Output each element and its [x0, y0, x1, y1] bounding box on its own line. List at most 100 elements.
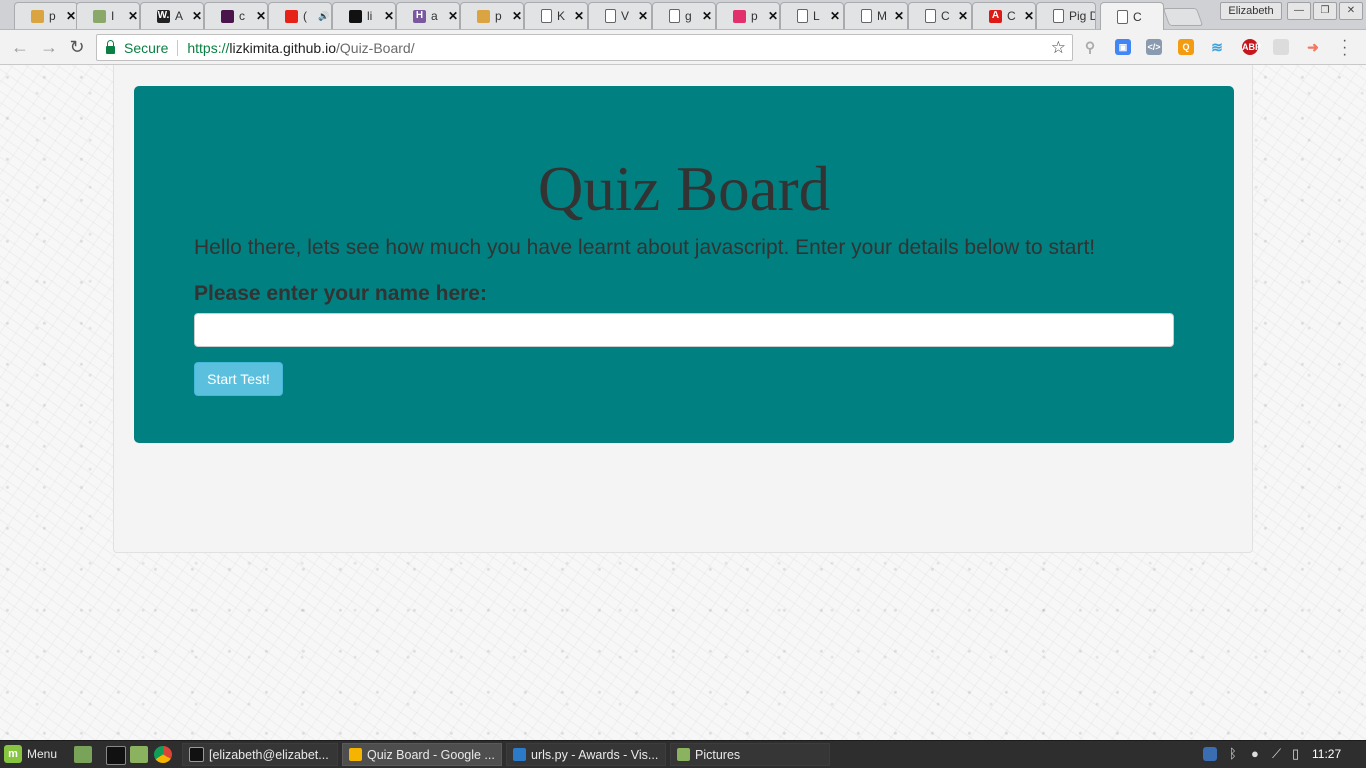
- extension-screen-icon[interactable]: ▣: [1115, 39, 1131, 55]
- close-tab-icon[interactable]: ✕: [192, 9, 202, 23]
- browser-tab[interactable]: Ha ✕: [396, 2, 460, 29]
- minimize-icon[interactable]: —: [1287, 2, 1311, 20]
- mint-logo-icon: m: [4, 745, 22, 763]
- secure-label: Secure: [124, 39, 169, 56]
- name-label: Please enter your name here:: [194, 282, 487, 305]
- bluetooth-icon[interactable]: ᛒ: [1229, 747, 1243, 761]
- bookmark-star-icon[interactable]: ☆: [1051, 38, 1066, 58]
- taskbar-window-label: Pictures: [695, 747, 741, 762]
- browser-tab[interactable]: C ✕: [908, 2, 972, 29]
- zoom-icon[interactable]: ⚲: [1082, 39, 1098, 55]
- taskbar-window-button[interactable]: [elizabeth@elizabet...: [182, 743, 338, 766]
- taskbar: m Menu [elizabeth@elizabet... Quiz Board …: [0, 740, 1366, 768]
- page-container: Quiz Board Hello there, lets see how muc…: [113, 65, 1253, 553]
- pin-person-favicon: [31, 9, 44, 23]
- browser-tab[interactable]: L ✕: [780, 2, 844, 29]
- close-tab-icon[interactable]: ✕: [1024, 9, 1034, 23]
- browser-tab[interactable]: K ✕: [524, 2, 588, 29]
- browser-tab[interactable]: li ✕: [332, 2, 396, 29]
- name-input[interactable]: [194, 313, 1174, 347]
- browser-tab[interactable]: g ✕: [652, 2, 716, 29]
- network-icon[interactable]: ⟋: [1272, 747, 1286, 761]
- close-tab-icon[interactable]: ✕: [830, 9, 840, 23]
- close-tab-icon[interactable]: ✕: [768, 9, 778, 23]
- folder-icon: [677, 748, 690, 761]
- close-window-icon[interactable]: ✕: [1339, 2, 1363, 20]
- address-bar[interactable]: Secure https:// lizkimita.github.io /Qui…: [96, 34, 1073, 61]
- maximize-icon[interactable]: ❐: [1313, 2, 1337, 20]
- back-icon[interactable]: ←: [10, 37, 30, 57]
- close-tab-icon[interactable]: ✕: [66, 9, 76, 23]
- tab-title: K: [557, 9, 566, 23]
- taskbar-window-button[interactable]: Quiz Board - Google ...: [342, 743, 502, 766]
- browser-tab[interactable]: Pig D✕: [1036, 2, 1112, 29]
- extension-arrow-icon[interactable]: ➜: [1305, 39, 1321, 55]
- close-tab-icon[interactable]: ✕: [256, 9, 266, 23]
- github-favicon: [349, 9, 362, 23]
- shield-icon[interactable]: [1203, 747, 1217, 761]
- browser-tab[interactable]: I ✕: [76, 2, 140, 29]
- browser-tab[interactable]: V ✕: [588, 2, 652, 29]
- files-launcher-icon[interactable]: [130, 746, 148, 763]
- taskbar-window-button[interactable]: urls.py - Awards - Vis...: [506, 743, 666, 766]
- browser-tab[interactable]: p ✕: [460, 2, 524, 29]
- heroku-favicon: H: [413, 9, 426, 23]
- user-icon[interactable]: ●: [1251, 747, 1265, 761]
- taskbar-window-button[interactable]: Pictures: [670, 743, 830, 766]
- browser-tab[interactable]: c ✕: [204, 2, 268, 29]
- close-tab-icon[interactable]: ✕: [448, 9, 458, 23]
- browser-toolbar: ← → ↻ Secure https:// lizkimita.github.i…: [0, 30, 1366, 65]
- browser-tab[interactable]: C: [1100, 2, 1164, 30]
- start-menu-button[interactable]: m Menu: [4, 745, 57, 763]
- extension-search-icon[interactable]: Q: [1178, 39, 1194, 55]
- browser-tab[interactable]: (🔊✕: [268, 2, 346, 29]
- page-favicon: [925, 9, 936, 23]
- terminal-launcher-icon[interactable]: [106, 746, 126, 765]
- youtube-favicon: [285, 9, 298, 23]
- menu-label: Menu: [27, 747, 58, 761]
- show-desktop-icon[interactable]: [74, 746, 92, 763]
- page-favicon: [605, 9, 616, 23]
- adblock-icon[interactable]: ABP: [1242, 39, 1261, 55]
- close-tab-icon[interactable]: ✕: [638, 9, 648, 23]
- forward-icon[interactable]: →: [39, 37, 59, 57]
- new-tab-button[interactable]: [1162, 8, 1204, 26]
- close-tab-icon[interactable]: ✕: [512, 9, 522, 23]
- page-favicon: [669, 9, 680, 23]
- pin-person-favicon: [477, 9, 490, 23]
- extension-code-icon[interactable]: </>: [1146, 39, 1162, 55]
- browser-tab[interactable]: p ✕: [716, 2, 780, 29]
- browser-tab[interactable]: W. A ✕: [140, 2, 204, 29]
- start-test-button[interactable]: Start Test!: [194, 362, 283, 396]
- browser-tab-strip: p✕I✕W.A✕c✕(🔊✕li✕Ha✕p✕K✕V✕g✕p✕L✕M✕C✕AC✕Pi…: [0, 0, 1366, 30]
- w-favicon: W.: [157, 9, 170, 23]
- extension-wifi-icon[interactable]: ≋: [1209, 39, 1225, 55]
- close-tab-icon[interactable]: ✕: [384, 9, 394, 23]
- browser-tab[interactable]: p ✕: [14, 2, 78, 29]
- lock-icon: [106, 39, 115, 54]
- instagram-favicon: [733, 9, 746, 23]
- chrome-launcher-icon[interactable]: [154, 746, 172, 763]
- browser-tab[interactable]: A C ✕: [972, 2, 1036, 29]
- close-tab-icon[interactable]: ✕: [702, 9, 712, 23]
- speaker-icon[interactable]: 🔊: [318, 11, 329, 22]
- tab-title: a: [431, 9, 438, 23]
- chrome-icon: [349, 748, 362, 761]
- close-tab-icon[interactable]: ✕: [574, 9, 584, 23]
- tab-title: g: [685, 9, 692, 23]
- battery-icon[interactable]: ▯: [1292, 747, 1306, 761]
- browser-tab[interactable]: M ✕: [844, 2, 908, 29]
- taskbar-window-label: Quiz Board - Google ...: [367, 747, 495, 762]
- tab-title: p: [495, 9, 502, 23]
- extension-grey-icon[interactable]: [1273, 39, 1289, 55]
- browser-menu-icon[interactable]: · · ·: [1342, 33, 1347, 63]
- address-separator: [177, 39, 179, 56]
- close-tab-icon[interactable]: ✕: [958, 9, 968, 23]
- profile-button[interactable]: Elizabeth: [1220, 2, 1282, 20]
- reload-icon[interactable]: ↻: [67, 37, 87, 57]
- angular-favicon: A: [989, 9, 1002, 23]
- close-tab-icon[interactable]: ✕: [128, 9, 138, 23]
- clock[interactable]: 11:27: [1312, 747, 1341, 761]
- close-tab-icon[interactable]: ✕: [894, 9, 904, 23]
- page-title: Quiz Board: [537, 154, 831, 224]
